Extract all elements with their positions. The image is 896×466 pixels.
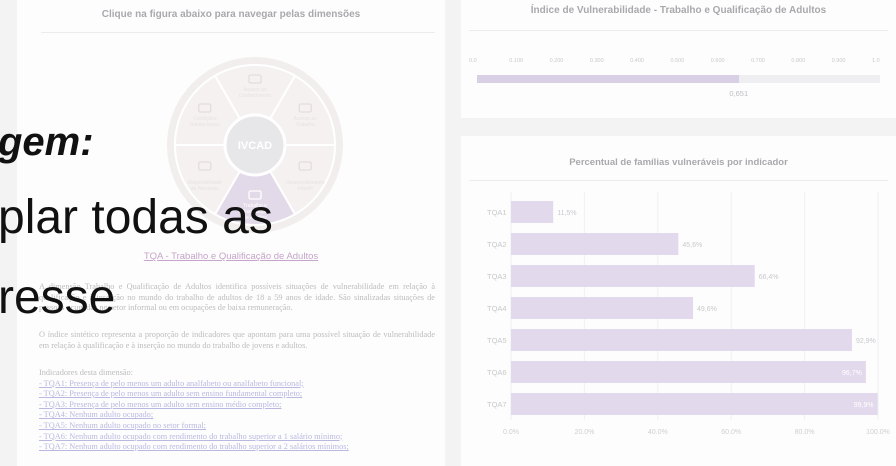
index-description: O índice sintético representa a proporçã…	[39, 330, 435, 350]
chart-x-tick-label: 80.0%	[795, 429, 815, 436]
chart-x-tick-label: 40.0%	[648, 429, 668, 436]
indicator-link-tqa5[interactable]: - TQA5: Nenhum adulto ocupado no setor f…	[39, 421, 349, 432]
chart-category-label: TQA7	[487, 400, 507, 409]
chart-x-tick-label: 100.0%	[866, 429, 890, 436]
chart-x-tick-label: 20.0%	[574, 429, 594, 436]
chart-bar[interactable]	[511, 297, 694, 319]
index-bar-fill[interactable]	[477, 75, 740, 83]
chart-title: Percentual de famílias vulneráveis por i…	[569, 157, 788, 168]
overlay-line-1: plar todas as	[0, 191, 273, 244]
overlay-heading: gem:	[0, 120, 94, 164]
dimension-title-link[interactable]: TQA - Trabalho e Qualificação de Adultos	[17, 251, 445, 262]
chart-bar[interactable]	[511, 329, 852, 351]
divider	[469, 180, 888, 181]
overlay-line-2: resse	[0, 271, 116, 324]
chart-category-label: TQA5	[487, 336, 507, 345]
wheel-segment-label: Condições Habitacionais	[190, 116, 221, 128]
index-axis-tick: 0.400	[630, 58, 644, 64]
index-axis-tick: 0.100	[509, 58, 524, 64]
index-axis-tick: 0.500	[670, 58, 685, 64]
indicator-link-tqa2[interactable]: - TQA2: Presença de pelo menos um adulto…	[39, 389, 349, 400]
chart-bar[interactable]	[511, 361, 866, 383]
divider	[469, 30, 888, 31]
indicator-link-tqa7[interactable]: - TQA7: Nenhum adulto ocupado com rendim…	[39, 442, 349, 453]
chart-x-tick-label: 60.0%	[721, 429, 741, 436]
chart-bar[interactable]	[511, 201, 554, 223]
wheel-center-label: IVCAD	[238, 140, 272, 152]
chart-category-label: TQA6	[487, 368, 507, 377]
chart-value-label: 11,5%	[557, 210, 576, 217]
chart-value-label: 99,9%	[854, 402, 874, 409]
chart-value-label: 96,7%	[842, 370, 862, 377]
indicator-bar-chart: 0.0% 20.0% 40.0% 60.0% 80.0% 100.0% TQA1 11,5% T…	[487, 192, 890, 436]
chart-bar[interactable]	[511, 265, 755, 287]
indicator-link-tqa4[interactable]: - TQA4: Nenhum adulto ocupado;	[39, 410, 349, 421]
chart-value-label: 66,4%	[759, 274, 779, 281]
index-axis-tick: 0.600	[710, 58, 725, 64]
index-panel: Índice de Vulnerabilidade - Trabalho e Q…	[461, 0, 896, 118]
chart-x-tick-label: 0.0%	[503, 429, 519, 436]
chart-category-label: TQA4	[487, 304, 507, 313]
index-axis-tick: 0.800	[791, 58, 806, 64]
indicator-link-tqa6[interactable]: - TQA6: Nenhum adulto ocupado com rendim…	[39, 432, 349, 443]
chart-value-label: 49,6%	[697, 306, 717, 313]
wheel-segment-label: Acesso ao Trabalho	[294, 116, 318, 128]
index-axis-tick: 0.900	[831, 58, 846, 64]
chart-bar[interactable]	[511, 393, 878, 415]
indicator-link-tqa1[interactable]: - TQA1: Presença de pelo menos um adulto…	[39, 379, 349, 390]
chart-category-label: TQA2	[487, 240, 507, 249]
chart-value-label: 92,9%	[856, 338, 876, 345]
chart-bar[interactable]	[511, 233, 679, 255]
dimensions-panel-title: Clique na figura abaixo para navegar pel…	[101, 9, 361, 20]
index-axis-tick: 1.0	[872, 58, 880, 64]
chart-value-label: 45,6%	[682, 242, 702, 249]
chart-category-label: TQA1	[487, 208, 507, 217]
divider	[41, 32, 435, 33]
indicators-list: Indicadores desta dimensão: - TQA1: Pres…	[39, 368, 349, 453]
indicator-chart-panel: Percentual de famílias vulneráveis por i…	[461, 136, 896, 466]
index-axis-tick: 0.0	[469, 58, 477, 64]
wheel-segment-label: Acesso ao Conhecimento	[239, 87, 271, 99]
index-bar-track	[477, 75, 880, 83]
index-value-label: 0,651	[729, 89, 749, 98]
indicators-heading: Indicadores desta dimensão:	[39, 368, 134, 377]
index-axis-tick: 0.200	[549, 58, 564, 64]
index-axis-tick: 0.300	[589, 58, 604, 64]
indicator-link-tqa3[interactable]: - TQA3: Presença de pelo menos um adulto…	[39, 400, 349, 411]
index-axis-tick: 0.700	[751, 58, 765, 64]
index-panel-title: Índice de Vulnerabilidade - Trabalho e Q…	[530, 5, 827, 16]
chart-category-label: TQA3	[487, 272, 507, 281]
